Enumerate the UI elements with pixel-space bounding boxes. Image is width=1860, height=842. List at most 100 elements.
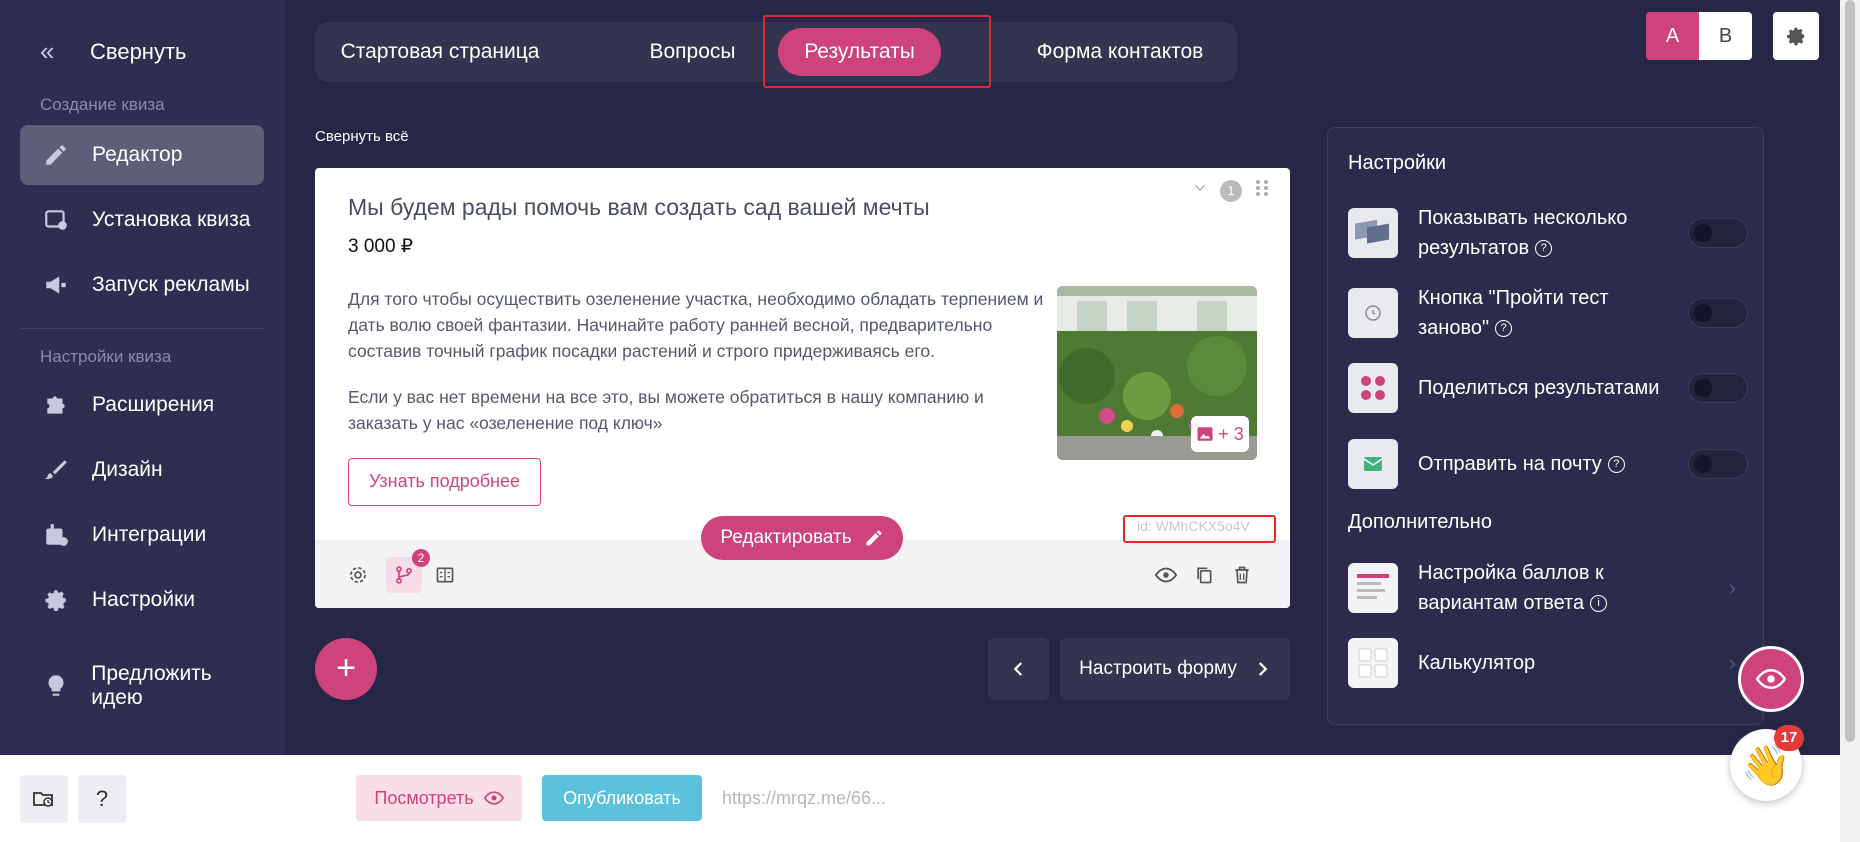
sidebar-item-label: Интеграции	[92, 523, 207, 546]
restart-toggle[interactable]	[1688, 298, 1748, 328]
chevron-right-icon[interactable]: ›	[1729, 650, 1736, 676]
notifications-button[interactable]: 👋 17	[1730, 725, 1804, 801]
tab-start-page[interactable]: Стартовая страница	[335, 22, 545, 82]
result-image[interactable]: + 3	[1057, 286, 1257, 460]
chevron-left-icon	[1013, 662, 1022, 676]
calculator-thumb-icon	[1348, 638, 1398, 688]
scrollbar-thumb[interactable]	[1845, 0, 1855, 742]
copy-icon[interactable]	[1191, 562, 1217, 588]
notifications-count-badge: 17	[1774, 725, 1804, 751]
brush-icon	[42, 456, 70, 484]
answer-points-thumb-icon	[1348, 563, 1398, 613]
page-scrollbar[interactable]	[1840, 0, 1860, 842]
double-chevron-left-icon: «	[40, 36, 55, 66]
pencil-icon	[866, 530, 882, 546]
option-share-results[interactable]: Поделиться результатами	[1348, 363, 1748, 413]
result-number-badge: 1	[1220, 179, 1242, 202]
visibility-icon[interactable]	[1153, 562, 1179, 588]
sidebar-divider	[20, 328, 264, 329]
history-button[interactable]	[20, 775, 68, 823]
quiz-url[interactable]: https://mrqz.me/66...	[722, 788, 886, 809]
tab-questions[interactable]: Вопросы	[625, 22, 760, 82]
pencil-icon	[42, 141, 70, 169]
eye-icon	[1756, 668, 1786, 690]
sidebar-item-design[interactable]: Дизайн	[20, 440, 264, 500]
option-label: Настройка баллов к вариантам ответа i	[1418, 558, 1678, 618]
result-price[interactable]: 3 000 ₽	[348, 235, 413, 258]
sidebar-item-integrations[interactable]: Интеграции	[20, 505, 264, 565]
eye-icon	[483, 791, 504, 805]
send-email-toggle[interactable]	[1688, 449, 1748, 479]
view-button[interactable]: Посмотреть	[356, 775, 522, 821]
variant-b-button[interactable]: B	[1699, 12, 1752, 60]
help-button[interactable]: ?	[78, 775, 126, 823]
gear-icon[interactable]	[345, 562, 371, 588]
puzzle-icon	[42, 391, 70, 419]
sidebar-item-label: Предложить идею	[91, 662, 212, 709]
sidebar-item-label: Расширения	[92, 393, 215, 416]
install-icon	[42, 206, 70, 234]
publish-button[interactable]: Опубликовать	[542, 775, 702, 821]
bottom-bar: ? Посмотреть Опубликовать https://mrqz.m…	[0, 755, 1840, 842]
gear-icon	[42, 586, 70, 614]
option-answer-points[interactable]: Настройка баллов к вариантам ответа i ›	[1348, 558, 1748, 618]
calculator-layout-icon[interactable]	[432, 562, 458, 588]
results-settings-panel: Настройки Показывать несколько результат…	[1327, 127, 1764, 725]
sidebar-item-extensions[interactable]: Расширения	[20, 375, 264, 435]
tab-contact-form[interactable]: Форма контактов	[1015, 22, 1225, 82]
next-label: Настроить форму	[1079, 658, 1237, 679]
share-thumb-icon	[1348, 363, 1398, 413]
help-icon[interactable]: ?	[1495, 320, 1513, 338]
previous-step-button[interactable]	[988, 638, 1049, 700]
collapse-sidebar-button[interactable]: « Свернуть	[40, 36, 187, 67]
result-title[interactable]: Мы будем рады помочь вам создать сад ваш…	[348, 194, 930, 221]
email-thumb-icon	[1348, 439, 1398, 489]
drag-handle-icon[interactable]	[1254, 178, 1270, 203]
sidebar-item-settings[interactable]: Настройки	[20, 570, 264, 630]
gear-icon	[1787, 27, 1805, 46]
megaphone-icon	[42, 271, 70, 299]
option-multiple-results[interactable]: Показывать несколько результатов?	[1348, 203, 1748, 263]
learn-more-button[interactable]: Узнать подробнее	[348, 458, 541, 506]
highlight-frame	[1123, 515, 1276, 543]
chevron-right-icon	[1258, 662, 1268, 676]
settings-button[interactable]	[1773, 12, 1819, 60]
sidebar-item-label: Настройки	[92, 588, 195, 611]
option-label: Поделиться результатами	[1418, 377, 1660, 399]
configure-form-button[interactable]: Настроить форму	[1060, 638, 1290, 700]
help-icon[interactable]: ?	[1535, 240, 1553, 258]
section-title-settings: Настройки квиза	[40, 347, 172, 366]
sidebar-item-label: Дизайн	[92, 458, 163, 481]
sidebar-item-label: Запуск рекламы	[92, 273, 250, 296]
option-label: Отправить на почту?	[1418, 449, 1678, 479]
sidebar-item-ads[interactable]: Запуск рекламы	[20, 255, 264, 315]
multiple-results-thumb-icon	[1348, 208, 1398, 258]
preview-fab-button[interactable]	[1738, 646, 1804, 712]
help-icon[interactable]: ?	[1607, 456, 1625, 474]
option-calculator[interactable]: Калькулятор ›	[1348, 638, 1748, 688]
multiple-results-toggle[interactable]	[1688, 218, 1748, 248]
add-result-button[interactable]: +	[315, 638, 377, 700]
sidebar-item-install[interactable]: Установка квиза	[20, 190, 264, 250]
share-toggle[interactable]	[1688, 373, 1748, 403]
option-restart-button[interactable]: Кнопка "Пройти тест заново"?	[1348, 283, 1748, 343]
image-gallery-badge[interactable]: + 3	[1191, 416, 1249, 452]
collapse-all-link[interactable]: Свернуть всё	[315, 128, 409, 145]
option-send-email[interactable]: Отправить на почту?	[1348, 439, 1748, 489]
chevron-right-icon[interactable]: ›	[1729, 575, 1736, 601]
result-description[interactable]: Для того чтобы осуществить озеленение уч…	[348, 286, 1048, 456]
info-icon[interactable]: i	[1590, 595, 1608, 613]
branch-count-badge: 2	[412, 549, 430, 567]
sidebar-item-suggest-idea[interactable]: Предложить идею	[20, 656, 264, 716]
folder-clock-icon	[33, 792, 53, 807]
highlight-frame	[763, 15, 991, 88]
image-count: + 3	[1218, 423, 1244, 444]
sidebar-item-editor[interactable]: Редактор	[20, 125, 264, 185]
variant-a-button[interactable]: A	[1646, 12, 1699, 60]
image-icon	[1197, 427, 1213, 441]
trash-icon[interactable]	[1229, 562, 1255, 588]
branching-button[interactable]: 2	[386, 549, 430, 593]
chevron-down-icon[interactable]	[1192, 180, 1208, 201]
edit-button[interactable]: Редактировать	[701, 516, 903, 560]
sidebar-item-label: Редактор	[92, 143, 183, 166]
